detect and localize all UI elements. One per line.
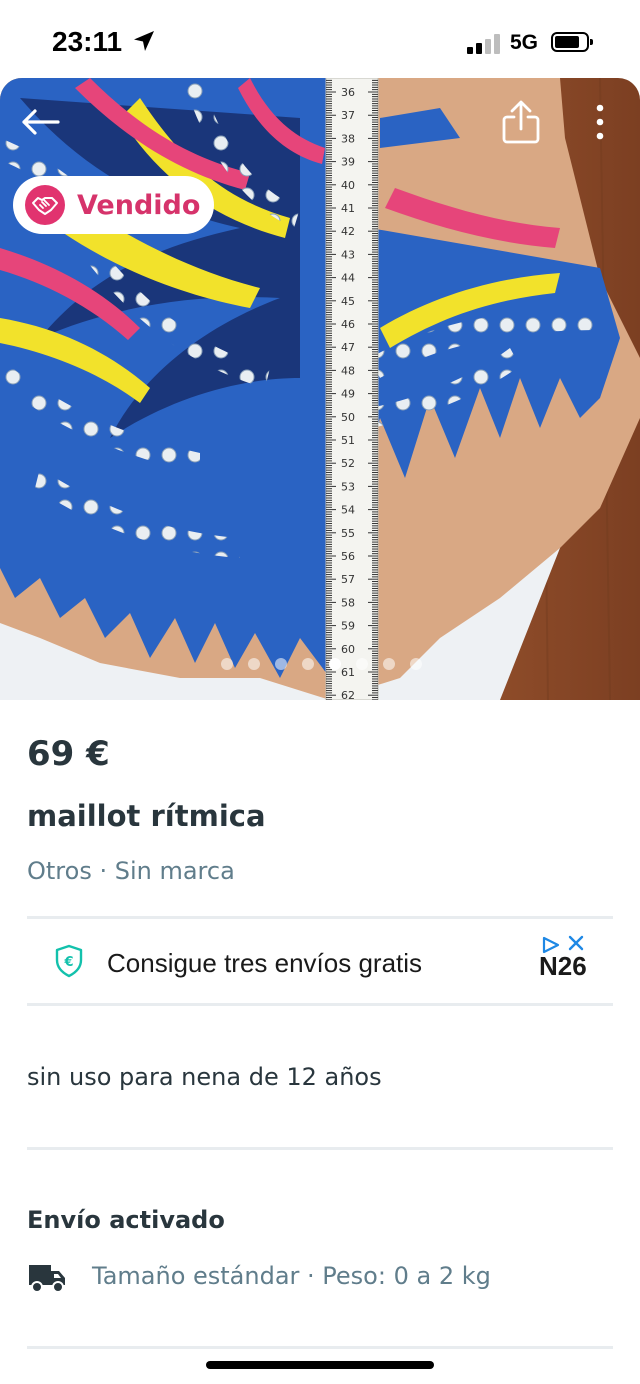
tape-number: 38	[341, 132, 355, 145]
sold-badge: Vendido	[13, 176, 215, 234]
sold-label: Vendido	[77, 189, 201, 221]
pagination-dot[interactable]	[383, 658, 395, 670]
promo-banner[interactable]: € Consigue tres envíos gratis N26	[0, 921, 640, 1003]
tape-number: 43	[341, 248, 355, 261]
tape-number: 45	[341, 295, 355, 308]
tape-number: 36	[341, 86, 355, 99]
tape-number: 46	[341, 318, 355, 331]
tape-number: 55	[341, 527, 355, 540]
divider	[27, 916, 613, 919]
more-vertical-icon	[596, 104, 604, 140]
tape-number: 51	[341, 434, 355, 447]
network-type: 5G	[510, 31, 539, 54]
handshake-icon	[25, 185, 65, 225]
promo-brand-logo: N26	[539, 951, 587, 981]
tape-number: 60	[341, 643, 355, 656]
photo-gallery[interactable]: 36 37 38 39 40 41 42 43 44 45 46 47 48 49 50 51 52 53 54 55…	[0, 78, 640, 700]
tape-number: 47	[341, 341, 355, 354]
euro-shield-icon: €	[55, 944, 83, 978]
ad-choices-icon[interactable]	[541, 936, 561, 954]
product-price: 69 €	[27, 734, 110, 774]
divider	[27, 1003, 613, 1006]
tape-number: 56	[341, 550, 355, 563]
status-time: 23:11	[52, 26, 123, 57]
product-photo: 36 37 38 39 40 41 42 43 44 45 46 47 48 49 50 51 52 53 54 55…	[0, 78, 640, 700]
close-icon[interactable]	[567, 934, 585, 952]
tape-number: 48	[341, 364, 355, 377]
share-icon	[502, 100, 540, 144]
tape-number: 54	[341, 504, 355, 517]
battery-icon	[551, 32, 593, 52]
signal-bars-icon	[467, 34, 501, 54]
pagination-dot[interactable]	[248, 658, 260, 670]
pagination-dot[interactable]	[356, 658, 368, 670]
product-category[interactable]: Otros · Sin marca	[27, 857, 235, 885]
tape-number: 59	[341, 620, 355, 633]
pagination-dot[interactable]	[410, 658, 422, 670]
tape-number: 58	[341, 596, 355, 609]
tape-number: 57	[341, 573, 355, 586]
back-arrow-icon	[22, 109, 60, 135]
tape-number: 37	[341, 109, 355, 122]
tape-number: 52	[341, 457, 355, 470]
home-indicator[interactable]	[206, 1361, 434, 1369]
pagination-dot[interactable]	[275, 658, 287, 670]
svg-text:€: €	[63, 955, 73, 970]
shipping-title: Envío activado	[27, 1206, 225, 1234]
tape-number: 39	[341, 156, 355, 169]
pagination-dot[interactable]	[302, 658, 314, 670]
tape-number: 42	[341, 225, 355, 238]
divider	[27, 1147, 613, 1150]
tape-number: 40	[341, 179, 355, 192]
pagination-dot[interactable]	[329, 658, 341, 670]
back-button[interactable]	[18, 102, 62, 142]
more-options-button[interactable]	[584, 98, 616, 146]
location-arrow-icon	[134, 31, 154, 51]
promo-text: Consigue tres envíos gratis	[107, 948, 423, 978]
product-description: sin uso para nena de 12 años	[27, 1063, 382, 1091]
divider	[27, 1346, 613, 1349]
tape-number: 41	[341, 202, 355, 215]
status-bar: 23:11 5G	[0, 0, 640, 78]
tape-number: 50	[341, 411, 355, 424]
tape-number: 49	[341, 388, 355, 401]
shipping-detail: Tamaño estándar · Peso: 0 a 2 kg	[92, 1262, 491, 1290]
tape-number: 44	[341, 272, 355, 285]
tape-number: 62	[341, 689, 355, 700]
truck-icon	[29, 1265, 65, 1293]
photo-pagination[interactable]	[0, 658, 640, 674]
tape-number: 53	[341, 480, 355, 493]
pagination-dot[interactable]	[221, 658, 233, 670]
share-button[interactable]	[498, 96, 544, 148]
product-title: maillot rítmica	[27, 799, 266, 833]
